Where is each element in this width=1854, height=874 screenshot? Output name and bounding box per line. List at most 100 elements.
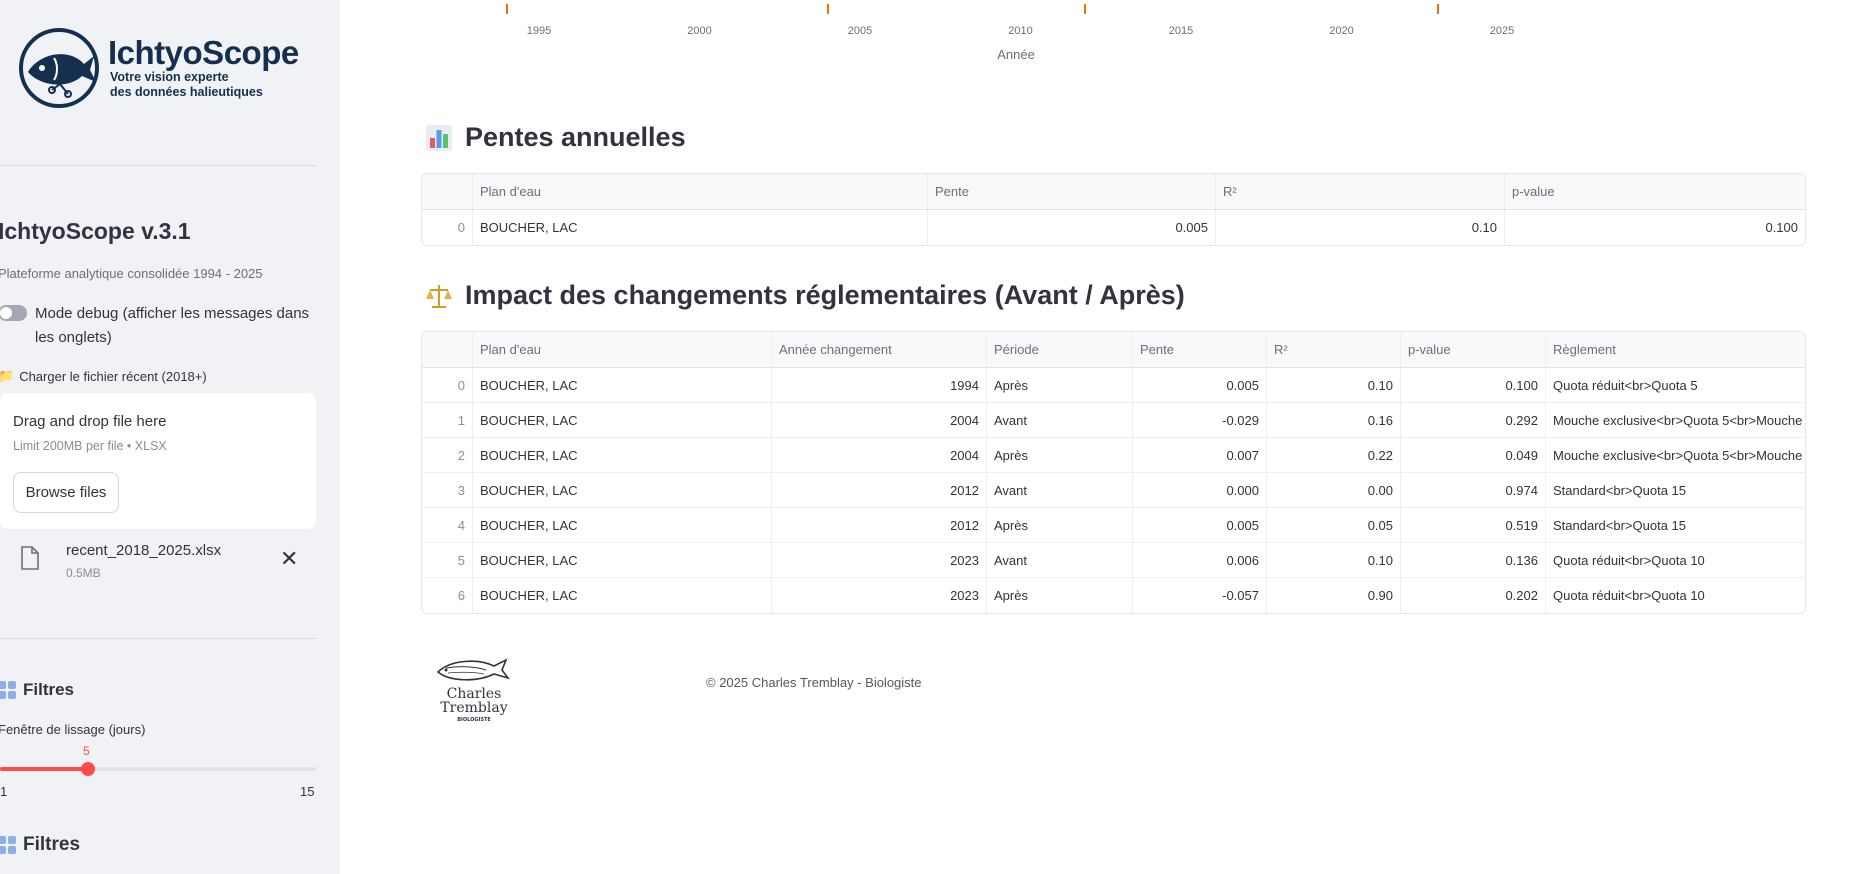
row-index: 1 <box>422 403 473 438</box>
column-header[interactable]: Règlement <box>1546 332 1805 368</box>
column-header[interactable]: p-value <box>1401 332 1546 368</box>
smoothing-slider[interactable] <box>0 762 316 776</box>
row-index: 0 <box>422 368 473 403</box>
impact-section-title-text: Impact des changements réglementaires (A… <box>465 280 1185 310</box>
cell-reglement: Quota réduit<br>Quota 5 <box>1546 368 1805 403</box>
cell-pvalue: 0.292 <box>1401 403 1546 438</box>
cell-annee-changement: 2004 <box>772 403 987 438</box>
x-tick-label: 2000 <box>687 25 712 37</box>
table-row: 0 BOUCHER, LAC 0.005 0.10 0.100 <box>422 210 1805 245</box>
cell-periode: Après <box>987 368 1133 403</box>
row-index: 4 <box>422 508 473 543</box>
x-tick-label: 2015 <box>1168 25 1194 37</box>
cell-pvalue: 0.049 <box>1401 438 1546 473</box>
cell-pente: 0.007 <box>1133 438 1267 473</box>
table-row: 6 BOUCHER, LAC 2023 Après -0.057 0.90 0.202 Quo… <box>422 578 1805 613</box>
cell-plan-deau: BOUCHER, LAC <box>473 368 772 403</box>
cell-pvalue: 0.974 <box>1401 473 1546 508</box>
cell-reglement: Quota réduit<br>Quota 10 <box>1553 588 1705 603</box>
filters-heading-text: Filtres <box>23 680 75 699</box>
cell-pvalue: 0.136 <box>1401 543 1546 578</box>
slider-max: 15 <box>300 784 315 799</box>
cell-pente: 0.005 <box>928 210 1216 245</box>
x-tick-label: 1995 <box>526 25 552 37</box>
cell-pente: -0.029 <box>1133 403 1267 438</box>
cell-pvalue: 0.100 <box>1765 220 1798 235</box>
cell-r2: 0.90 <box>1267 578 1401 613</box>
logo-subtitle-line2: des données halieutiques <box>110 85 263 99</box>
smoothing-slider-label: Fenêtre de lissage (jours) <box>0 722 146 737</box>
column-header[interactable]: Pente <box>1133 332 1267 368</box>
cell-pente: 0.005 <box>1133 368 1267 403</box>
dropzone-title: Drag and drop file here <box>13 413 167 430</box>
upload-label: 📁 Charger le fichier récent (2018+) <box>0 368 207 384</box>
app-description: Plateforme analytique consolidée 1994 - … <box>0 266 263 281</box>
cell-annee-changement: 2004 <box>772 438 987 473</box>
debug-toggle[interactable] <box>0 305 27 321</box>
cell-plan-deau: BOUCHER, LAC <box>473 438 772 473</box>
logo-subtitle-line1: Votre vision experte <box>110 70 229 84</box>
column-header[interactable]: R² <box>1216 174 1505 210</box>
column-header[interactable]: p-value <box>1505 174 1805 210</box>
cell-plan-deau: BOUCHER, LAC <box>473 543 772 578</box>
cell-r2: 0.10 <box>1267 543 1401 578</box>
column-header[interactable] <box>422 174 473 210</box>
regulation-change-marker <box>826 4 829 14</box>
debug-toggle-row[interactable]: Mode debug (afficher les messages dans l… <box>0 302 316 350</box>
x-tick-label: 2010 <box>1008 25 1033 37</box>
row-index: 0 <box>422 210 473 245</box>
close-icon[interactable]: ✕ <box>280 546 298 572</box>
cell-pente: 0.000 <box>1133 473 1267 508</box>
row-index: 3 <box>422 473 473 508</box>
browse-files-button[interactable]: Browse files <box>13 472 119 513</box>
file-dropzone[interactable]: Drag and drop file here Limit 200MB per … <box>0 393 316 529</box>
filters-heading: Filtres <box>0 834 80 856</box>
chart-x-axis: 1995 2000 2005 2010 2015 2020 2025 Année <box>340 0 1854 70</box>
debug-toggle-label: Mode debug (afficher les messages dans l… <box>35 305 310 346</box>
cell-pvalue: 0.100 <box>1401 368 1546 403</box>
impact-section-title: Impact des changements réglementaires (A… <box>425 280 1185 311</box>
column-header[interactable]: Période <box>987 332 1133 368</box>
row-index: 2 <box>422 438 473 473</box>
cell-periode: Après <box>987 508 1133 543</box>
bar-chart-icon <box>426 124 452 151</box>
cell-pvalue: 0.519 <box>1401 508 1546 543</box>
cell-plan-deau: BOUCHER, LAC <box>473 210 928 245</box>
charles-tremblay-logo: Charles Tremblay BIOLOGISTE <box>436 658 511 723</box>
table-row: 1 BOUCHER, LAC 2004 Avant -0.029 0.16 0.292 Mou… <box>422 403 1805 438</box>
cell-annee-changement: 2023 <box>772 578 987 613</box>
uploaded-file: recent_2018_2025.xlsx 0.5MB ✕ <box>0 540 316 590</box>
cell-r2: 0.05 <box>1267 508 1401 543</box>
column-header[interactable]: Année changement <box>772 332 987 368</box>
slopes-section-title: Pentes annuelles <box>425 122 686 153</box>
column-header[interactable] <box>422 332 473 368</box>
slider-thumb[interactable] <box>81 762 95 776</box>
regulation-change-marker <box>505 4 508 14</box>
cell-annee-changement: 2023 <box>772 543 987 578</box>
column-header[interactable]: Plan d'eau <box>473 174 928 210</box>
column-header[interactable]: R² <box>1267 332 1401 368</box>
cell-reglement: Mouche exclusive<br>Quota 5<br>Mouche <box>1546 438 1805 473</box>
cell-plan-deau: BOUCHER, LAC <box>473 473 772 508</box>
cell-plan-deau: BOUCHER, LAC <box>473 508 772 543</box>
cell-periode: Après <box>987 578 1133 613</box>
x-axis-title: Année <box>997 47 1035 62</box>
cell-reglement: Standard<br>Quota 15 <box>1546 473 1805 508</box>
cell-periode: Après <box>987 438 1133 473</box>
regulation-change-marker <box>1083 4 1086 14</box>
x-tick-label: 2025 <box>1489 25 1515 37</box>
cell-r2: 0.10 <box>1216 210 1505 245</box>
column-header[interactable]: Plan d'eau <box>473 332 772 368</box>
app-logo: IchtyoScope Votre vision experte des don… <box>18 28 299 108</box>
table-row: 5 BOUCHER, LAC 2023 Avant 0.006 0.10 0.136 Quot… <box>422 543 1805 578</box>
dropzone-limit: Limit 200MB per file • XLSX <box>13 439 167 453</box>
cell-r2: 0.16 <box>1267 403 1401 438</box>
table-row: 3 BOUCHER, LAC 2012 Avant 0.000 0.00 0.974 Stan… <box>422 473 1805 508</box>
cell-r2: 0.10 <box>1267 368 1401 403</box>
row-index: 5 <box>422 543 473 578</box>
file-size: 0.5MB <box>66 566 101 580</box>
file-icon <box>21 546 39 570</box>
filters-heading-text: Filtres <box>23 834 81 855</box>
cell-pente: 0.005 <box>1133 508 1267 543</box>
column-header[interactable]: Pente <box>928 174 1216 210</box>
